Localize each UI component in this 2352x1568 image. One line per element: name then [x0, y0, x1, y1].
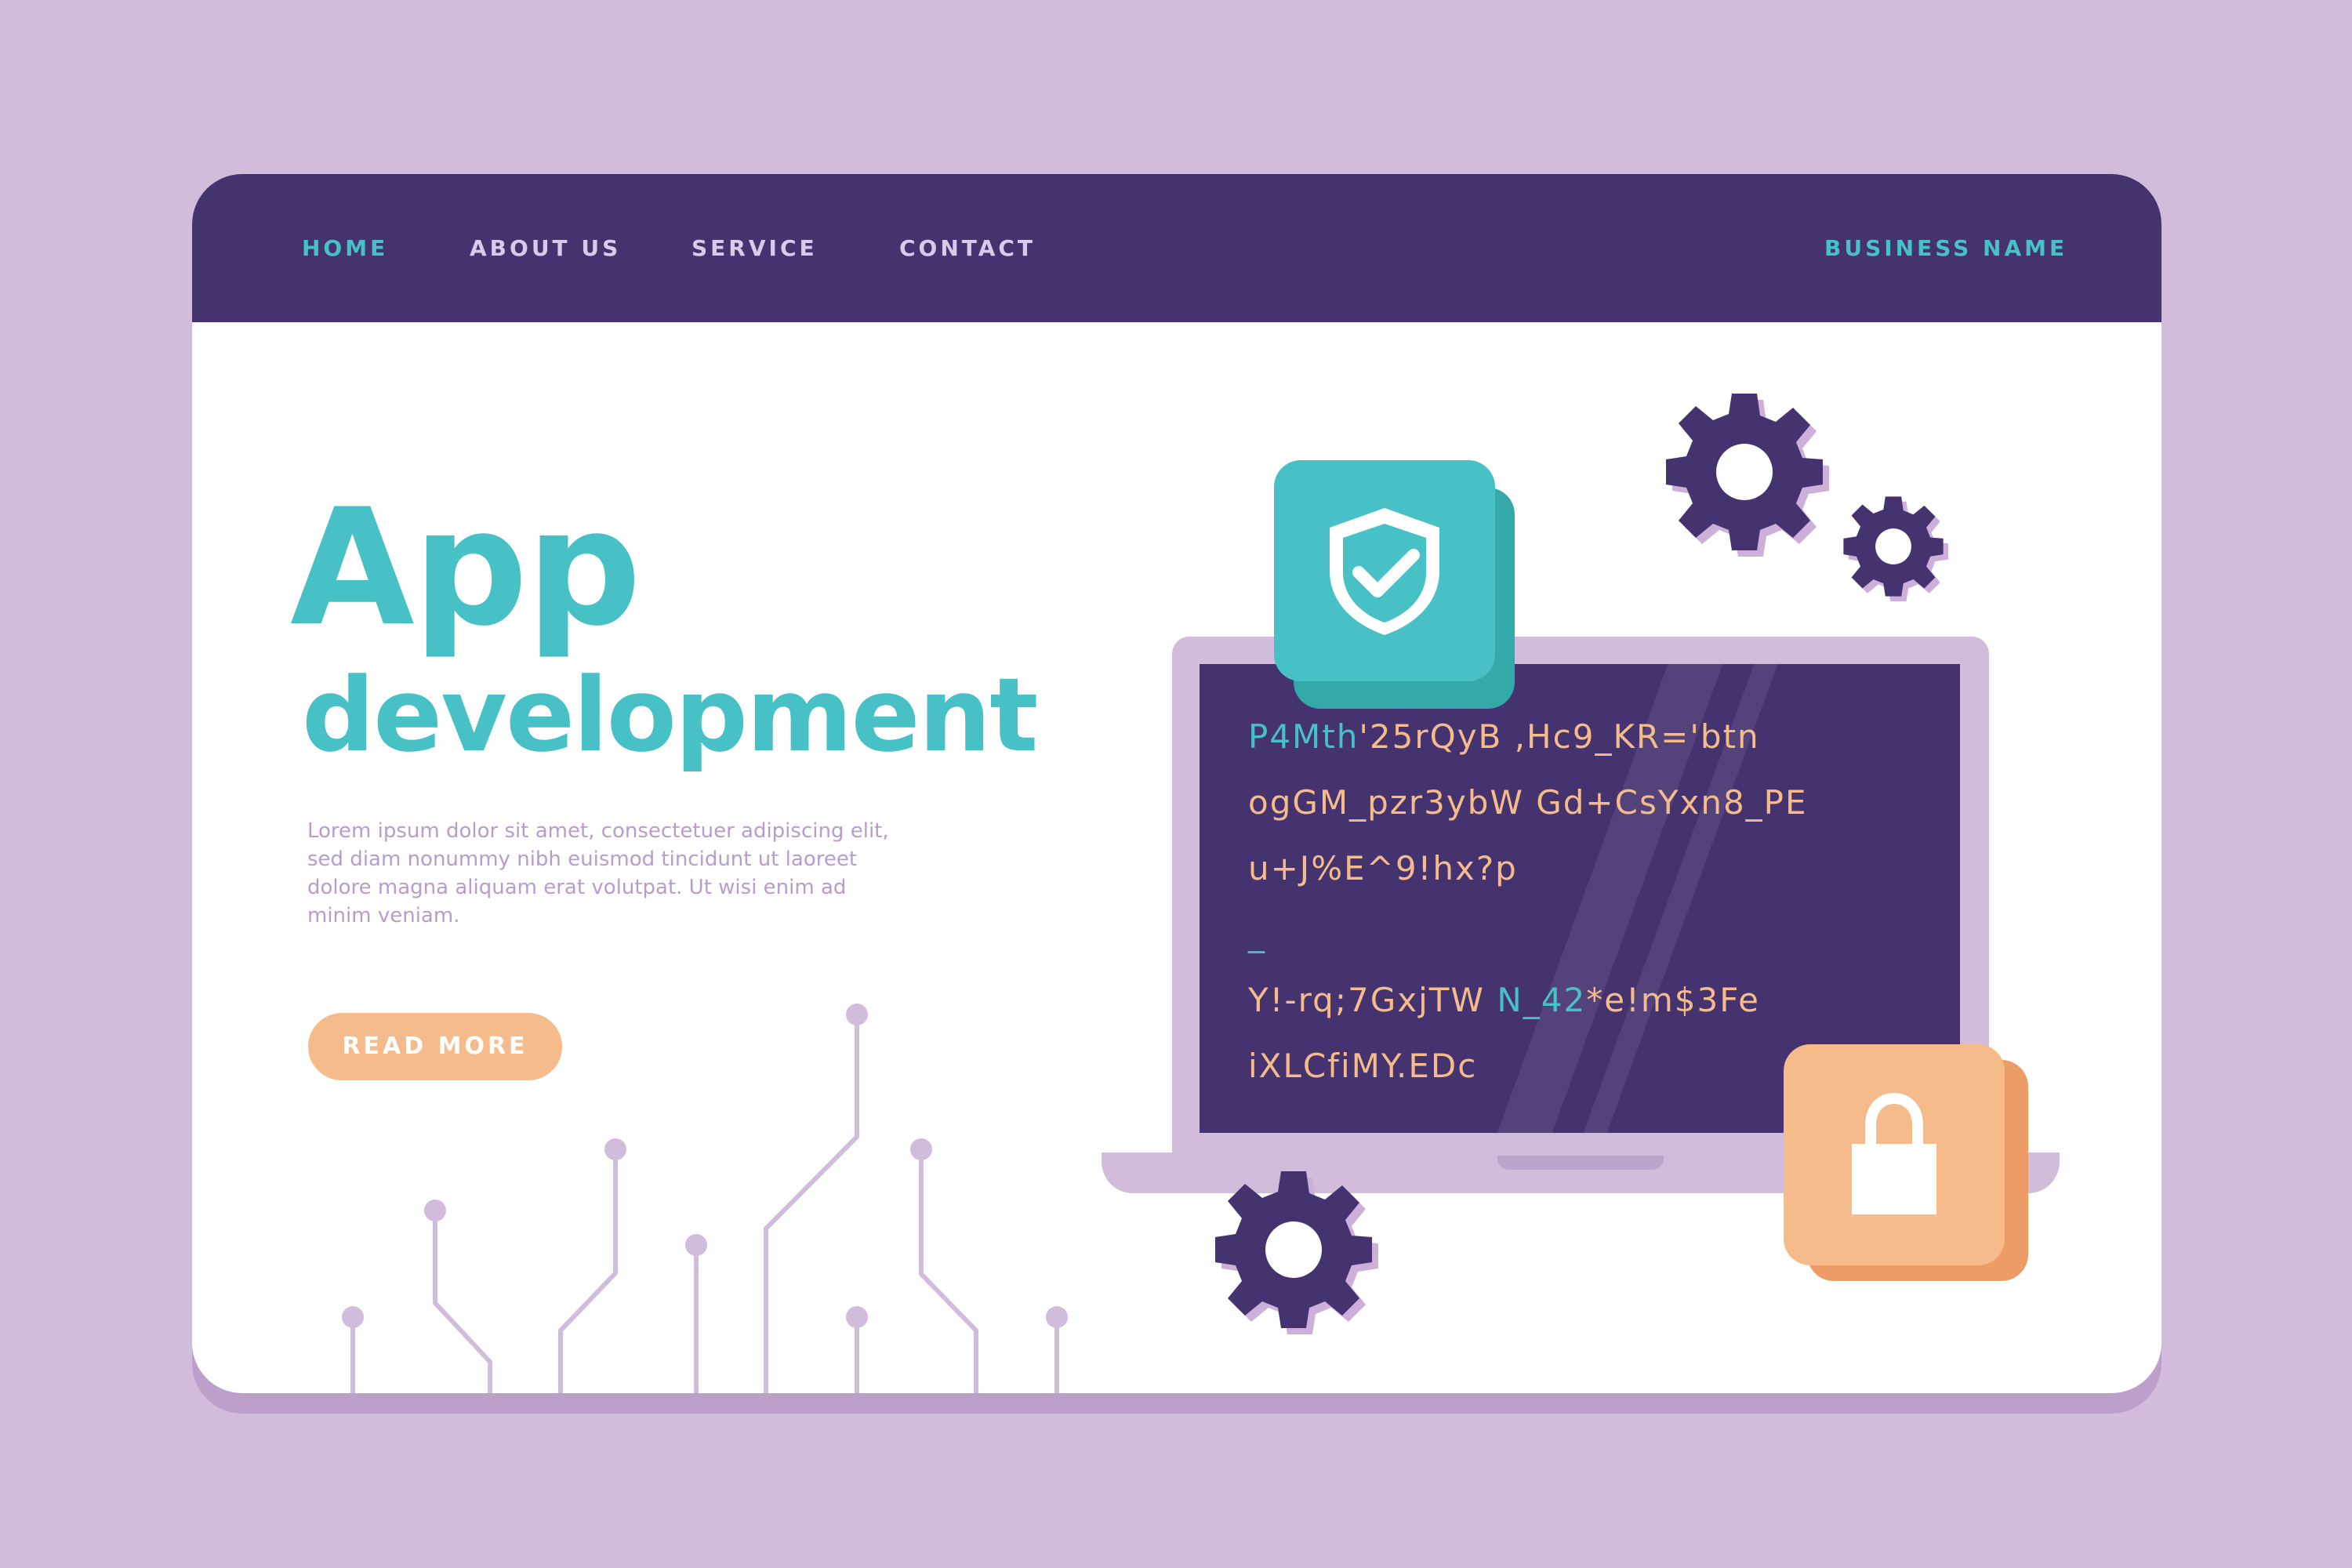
code-line: _ — [1248, 915, 1266, 954]
lock-badge — [1784, 1044, 2005, 1265]
circuit-lines-decoration — [342, 1004, 1068, 1393]
gear-icon — [1215, 1171, 1378, 1334]
code-token: *e!m$3Fe — [1586, 981, 1760, 1019]
code-token: u+J%E^9!hx?p — [1248, 849, 1518, 887]
landing-page-card: HOME ABOUT US SERVICE CONTACT BUSINESS N… — [192, 174, 2161, 1393]
gear-icon — [1843, 496, 1948, 601]
gear-icon — [1666, 394, 1829, 557]
code-line: ogGM_pzr3ybW Gd+CsYxn8_PE — [1248, 783, 1808, 822]
code-token: ogGM_pzr3ybW Gd+CsYxn8_PE — [1248, 783, 1808, 822]
code-token: '25rQyB ,Hc9_KR='btn — [1359, 717, 1760, 756]
code-line: Y!-rq;7GxjTW N_42*e!m$3Fe — [1248, 981, 1760, 1020]
padlock-icon — [1852, 1092, 1936, 1214]
code-line: P4Mth'25rQyB ,Hc9_KR='btn — [1248, 717, 1760, 757]
code-token: iXLCfiMY.EDc — [1248, 1047, 1478, 1085]
shield-badge — [1274, 460, 1495, 681]
shield-check-icon — [1330, 508, 1439, 635]
code-cursor: _ — [1248, 915, 1266, 953]
code-token: P4Mth — [1248, 717, 1359, 756]
code-token: Y!-rq;7GxjTW — [1248, 981, 1497, 1019]
code-line: iXLCfiMY.EDc — [1248, 1047, 1477, 1086]
code-token: N_42 — [1497, 981, 1587, 1019]
brand-name[interactable]: BUSINESS NAME — [1824, 174, 2067, 322]
code-line: u+J%E^9!hx?p — [1248, 849, 1518, 888]
